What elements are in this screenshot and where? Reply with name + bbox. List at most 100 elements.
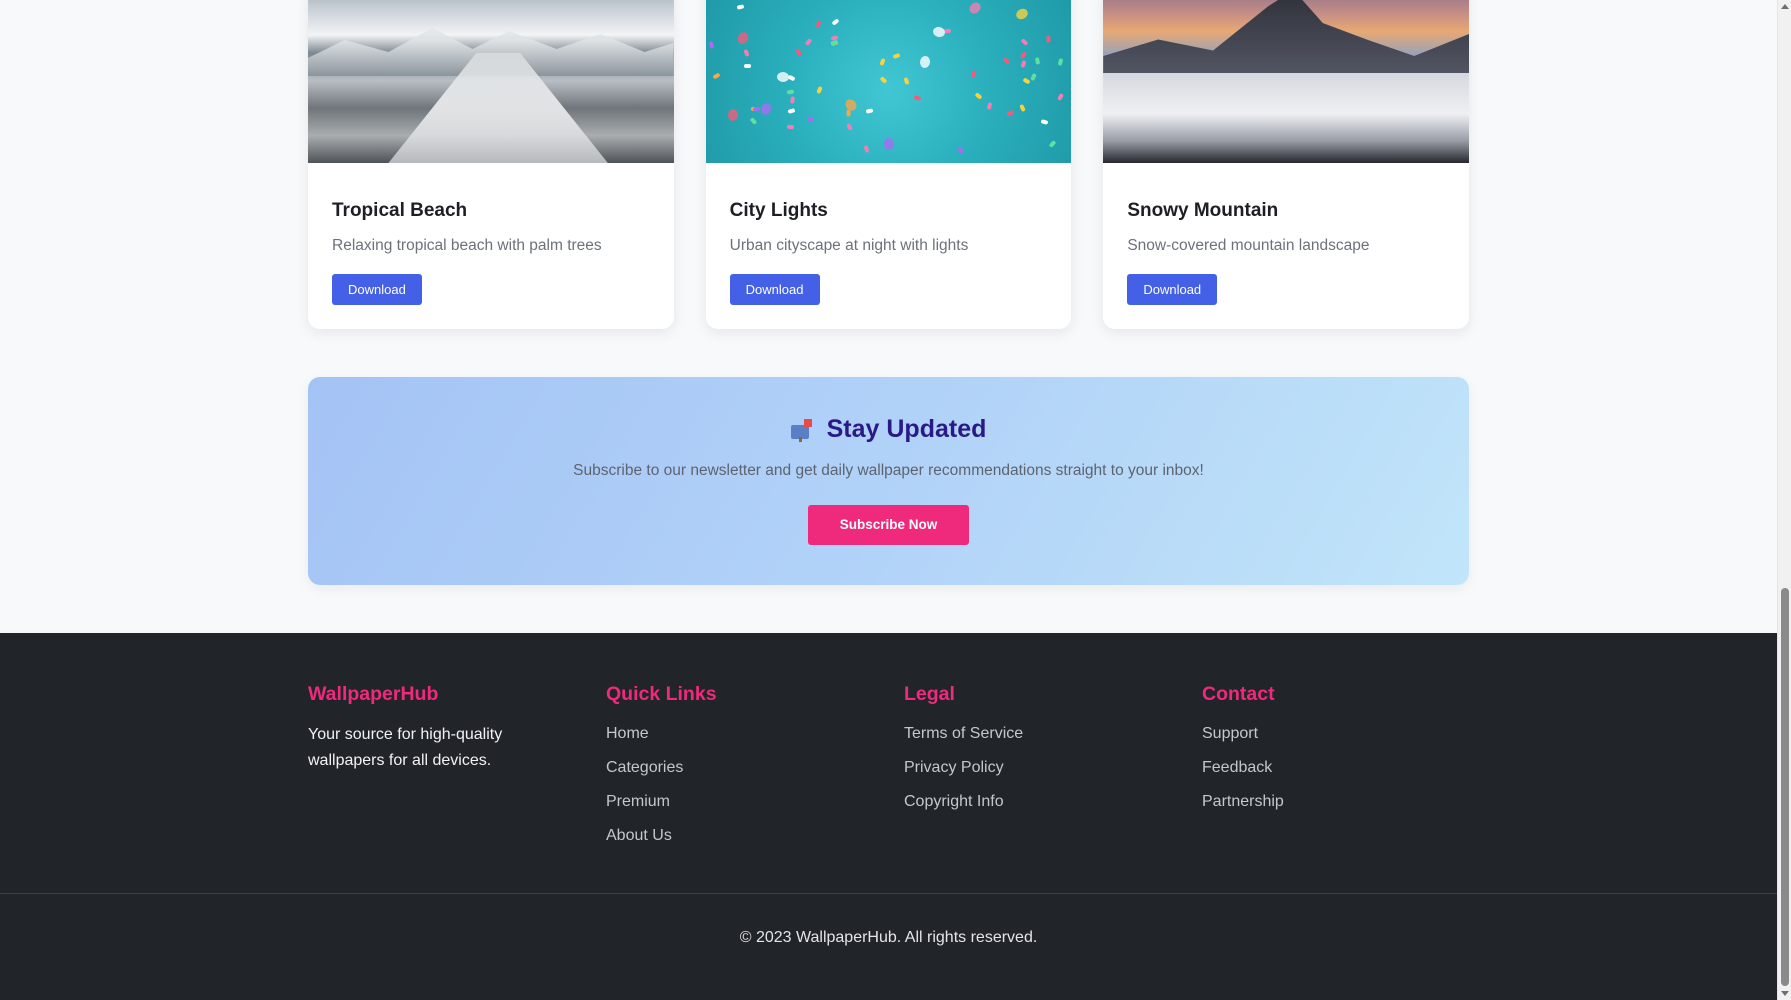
confetti-piece (1019, 104, 1026, 113)
confetti-piece (986, 101, 993, 110)
mailbox-icon (790, 418, 815, 442)
footer-link-partnership[interactable]: Partnership (1202, 793, 1284, 810)
confetti-piece (790, 95, 796, 104)
confetti-piece (1057, 57, 1064, 66)
confetti-piece (831, 18, 840, 27)
confetti-piece (753, 106, 761, 112)
confetti-piece (957, 146, 965, 155)
footer-brand: WallpaperHub Your source for high-qualit… (308, 683, 606, 858)
wallpaper-image[interactable] (308, 0, 674, 163)
confetti-piece (759, 101, 774, 117)
card-description: Snow-covered mountain landscape (1127, 237, 1370, 254)
confetti-piece (1057, 93, 1065, 102)
download-button[interactable]: Download (1127, 274, 1218, 305)
confetti-piece (776, 72, 789, 83)
card-title: Snowy Mountain (1127, 200, 1279, 221)
confetti-piece (919, 55, 931, 69)
scrollbar-thumb[interactable] (1781, 588, 1789, 986)
confetti-piece (1041, 119, 1049, 126)
wallpaper-card: City Lights Urban cityscape at night wit… (705, 0, 1072, 329)
confetti-piece (882, 136, 895, 151)
download-button[interactable]: Download (729, 274, 820, 305)
footer-contact: Contact Support Feedback Partnership (1202, 683, 1500, 858)
confetti-piece (1034, 56, 1041, 65)
footer-link-home[interactable]: Home (606, 725, 649, 742)
wallpaper-card: Snowy Mountain Snow-covered mountain lan… (1103, 0, 1470, 329)
confetti-piece (804, 38, 813, 47)
footer-legal-title: Legal (904, 683, 955, 705)
subscribe-button[interactable]: Subscribe Now (807, 505, 970, 545)
confetti-piece (969, 70, 977, 79)
confetti-piece (806, 115, 815, 122)
footer-quick-links: Quick Links Home Categories Premium Abou… (606, 683, 904, 858)
card-description: Relaxing tropical beach with palm trees (332, 237, 602, 254)
confetti-piece (1019, 50, 1028, 59)
confetti-piece (1020, 38, 1029, 47)
confetti-piece (1022, 78, 1031, 85)
newsletter-title: Stay Updated (826, 415, 987, 443)
card-title: Tropical Beach (332, 200, 468, 221)
confetti-piece (974, 92, 983, 101)
confetti-piece (816, 20, 822, 29)
confetti-piece (1020, 60, 1027, 69)
footer-link-feedback[interactable]: Feedback (1202, 759, 1272, 776)
newsletter-heading: Stay Updated (308, 415, 1469, 444)
confetti-piece (931, 25, 946, 39)
confetti-piece (815, 85, 823, 94)
scroll-down-icon[interactable] (1781, 991, 1789, 996)
footer-link-copyright[interactable]: Copyright Info (904, 793, 1004, 810)
confetti-piece (1014, 6, 1030, 22)
confetti-piece (846, 109, 851, 117)
confetti-piece (1006, 110, 1015, 117)
page: Tropical Beach Relaxing tropical beach w… (0, 0, 1777, 1000)
confetti-piece (865, 108, 874, 115)
footer-legal: Legal Terms of Service Privacy Policy Co… (904, 683, 1202, 858)
confetti-piece (727, 108, 740, 122)
footer-quick-links-title: Quick Links (606, 683, 717, 705)
confetti-piece (878, 58, 886, 67)
newsletter-section: Stay Updated Subscribe to our newsletter… (308, 377, 1469, 585)
page-scrollbar[interactable] (1777, 0, 1791, 1000)
footer-link-support[interactable]: Support (1202, 725, 1258, 742)
footer-link-terms[interactable]: Terms of Service (904, 725, 1023, 742)
confetti-piece (1030, 73, 1038, 82)
footer: WallpaperHub Your source for high-qualit… (0, 633, 1777, 1000)
confetti-piece (743, 48, 750, 57)
confetti-piece (903, 77, 910, 86)
confetti-piece (735, 30, 751, 47)
download-button[interactable]: Download (332, 274, 422, 305)
footer-contact-title: Contact (1202, 683, 1275, 705)
confetti-piece (1002, 56, 1011, 65)
footer-brand-text: Your source for high-quality wallpapers … (308, 726, 503, 769)
card-title: City Lights (729, 200, 828, 221)
scroll-up-icon[interactable] (1781, 4, 1789, 9)
confetti-piece (786, 89, 795, 95)
confetti-piece (1046, 35, 1051, 43)
confetti-piece (736, 3, 744, 10)
confetti-piece (967, 0, 984, 16)
confetti-piece (879, 76, 888, 84)
wallpaper-image[interactable] (1103, 0, 1470, 163)
footer-link-privacy[interactable]: Privacy Policy (904, 759, 1004, 776)
card-description: Urban cityscape at night with lights (729, 237, 969, 254)
footer-brand-title: WallpaperHub (308, 683, 439, 705)
confetti-piece (744, 63, 752, 68)
confetti-piece (864, 145, 870, 154)
confetti-piece (1049, 140, 1057, 149)
newsletter-text: Subscribe to our newsletter and get dail… (573, 462, 1204, 479)
wallpaper-card: Tropical Beach Relaxing tropical beach w… (308, 0, 674, 329)
confetti-piece (794, 48, 802, 57)
footer-link-categories[interactable]: Categories (606, 759, 683, 776)
wallpaper-grid: Tropical Beach Relaxing tropical beach w… (308, 0, 1470, 329)
confetti-piece (709, 41, 715, 49)
confetti-piece (913, 94, 922, 101)
footer-link-about-us[interactable]: About Us (606, 827, 672, 844)
footer-link-premium[interactable]: Premium (606, 793, 670, 810)
confetti-piece (749, 116, 758, 125)
confetti-piece (787, 108, 796, 115)
wallpaper-image[interactable] (705, 0, 1072, 163)
footer-divider (0, 893, 1777, 894)
confetti-piece (846, 123, 853, 132)
confetti-piece (787, 124, 795, 130)
confetti-piece (712, 72, 721, 80)
